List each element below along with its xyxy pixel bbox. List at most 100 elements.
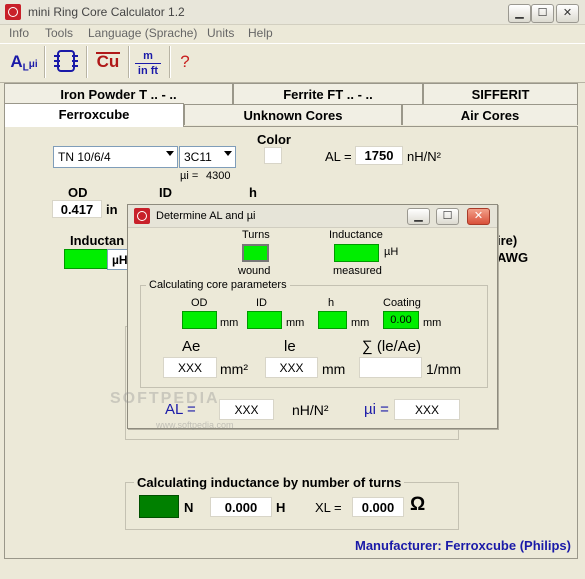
manufacturer-label: Manufacturer: Ferroxcube (Philips) [355, 538, 571, 553]
ae-label: Ae [182, 338, 201, 355]
menu-info[interactable]: Info [9, 26, 29, 40]
menu-units[interactable]: Units [207, 26, 234, 40]
cu-label: Cu [96, 52, 120, 71]
help-icon[interactable]: ? [168, 46, 202, 78]
mu-label: μi [28, 59, 38, 70]
toolbar-separator [44, 46, 46, 78]
menu-language[interactable]: Language (Sprache) [88, 26, 197, 40]
al-value: 1750 [355, 146, 403, 165]
al-unit: nH/N² [407, 149, 441, 164]
inductance-h-value: 0.000 [210, 497, 272, 517]
dialog-close-button[interactable]: ✕ [467, 208, 490, 225]
awg-label: AWG [497, 250, 529, 265]
inductance-input[interactable] [64, 249, 108, 269]
menu-tools[interactable]: Tools [45, 26, 73, 40]
id-mm: mm [286, 317, 305, 329]
h-mm: mm [351, 317, 370, 329]
turns-input[interactable] [139, 495, 179, 518]
od-mm: mm [220, 317, 239, 329]
sum-value [359, 357, 422, 378]
od-label: OD [68, 185, 88, 200]
ae-unit: mm² [220, 361, 248, 377]
dialog-app-icon [134, 208, 150, 224]
h-unit: H [276, 500, 286, 515]
inductance-unit-select[interactable]: µH [107, 249, 129, 270]
dialog-mui-label: µi = [364, 401, 389, 418]
dialog-inductance-label: Inductance [329, 229, 383, 241]
chevron-down-icon [166, 151, 174, 156]
ohm-symbol: Ω [410, 494, 426, 515]
core-wiring-icon[interactable] [49, 46, 83, 78]
dialog-id-input[interactable] [247, 311, 282, 329]
tab-air-cores[interactable]: Air Cores [402, 104, 578, 125]
h-label: h [249, 185, 257, 200]
core-params-title: Calculating core parameters [146, 279, 290, 291]
wire-label: ire) [497, 233, 518, 248]
toolbar-separator [86, 46, 88, 78]
sum-label: ∑ (le/Ae) [362, 338, 422, 355]
od-value: 0.417 [52, 200, 102, 218]
ae-value: XXX [163, 357, 217, 378]
copper-wire-button[interactable]: Cu [91, 46, 125, 78]
minimize-button[interactable]: ▁ [508, 4, 531, 23]
dialog-od-input[interactable] [182, 311, 217, 329]
n-label: N [184, 500, 194, 515]
le-value: XXX [265, 357, 318, 378]
color-swatch [264, 147, 282, 164]
units-inft: in ft [137, 65, 159, 77]
le-label: le [284, 338, 296, 355]
inductance-label: Inductan [70, 233, 125, 248]
toolbar-separator [128, 46, 130, 78]
tab-ferroxcube[interactable]: Ferroxcube [4, 103, 184, 127]
tab-sifferit[interactable]: SIFFERIT [423, 83, 578, 104]
dialog-al-unit: nH/N² [292, 402, 329, 418]
menu-help[interactable]: Help [248, 26, 273, 40]
dialog-id-label: ID [256, 297, 267, 309]
dialog-h-input[interactable] [318, 311, 347, 329]
dialog-h-label: h [328, 297, 335, 309]
tab-unknown-cores[interactable]: Unknown Cores [184, 104, 402, 125]
od-unit: in [106, 202, 118, 217]
wound-label: wound [238, 265, 271, 277]
xl-value: 0.000 [352, 497, 404, 517]
coating-label: Coating [383, 297, 421, 309]
dialog-mui-value: XXX [394, 399, 460, 420]
dialog-od-label: OD [191, 297, 208, 309]
watermark-logo: SOFTPEDIA [110, 390, 220, 407]
color-label: Color [257, 132, 291, 147]
xl-label: XL = [315, 500, 342, 515]
dialog-maximize-button[interactable]: ☐ [436, 208, 459, 225]
mu-value: 4300 [206, 170, 231, 182]
chevron-down-icon [224, 151, 232, 156]
material-value: 3C11 [184, 150, 212, 164]
dialog-al-value: XXX [219, 399, 274, 420]
material-select[interactable]: 3C11 [179, 146, 236, 168]
sum-unit: 1/mm [426, 361, 461, 377]
units-divider [135, 63, 161, 64]
turns-group-title: Calculating inductance by number of turn… [134, 475, 405, 490]
maximize-button[interactable]: ☐ [531, 4, 554, 23]
coating-mm: mm [423, 317, 442, 329]
id-label: ID [159, 185, 172, 200]
tab-ferrite-ft[interactable]: Ferrite FT .. - .. [233, 83, 423, 104]
dialog-inductance-input[interactable] [334, 244, 379, 262]
units-m: m [143, 50, 153, 62]
coating-input[interactable]: 0.00 [383, 311, 419, 329]
dialog-title: Determine AL and µi [156, 210, 256, 222]
window-title: mini Ring Core Calculator 1.2 [28, 5, 185, 19]
tab-iron-powder[interactable]: Iron Powder T .. - .. [4, 83, 233, 104]
watermark-url: www.softpedia.com [156, 420, 234, 430]
close-button[interactable]: ✕ [556, 4, 579, 23]
core-type-value: TN 10/6/4 [58, 150, 111, 164]
measured-label: measured [333, 265, 382, 277]
dialog-minimize-button[interactable]: ▁ [407, 208, 430, 225]
le-unit: mm [322, 361, 346, 377]
mu-label: µi = [180, 170, 199, 182]
core-type-select[interactable]: TN 10/6/4 [53, 146, 178, 168]
app-icon [5, 4, 21, 20]
units-button[interactable]: m in ft [131, 46, 165, 78]
dialog-turns-input[interactable] [242, 244, 269, 262]
al-letter: A [10, 52, 23, 71]
al-label: AL = [325, 149, 352, 164]
al-mu-button[interactable]: ALμi [7, 46, 41, 78]
